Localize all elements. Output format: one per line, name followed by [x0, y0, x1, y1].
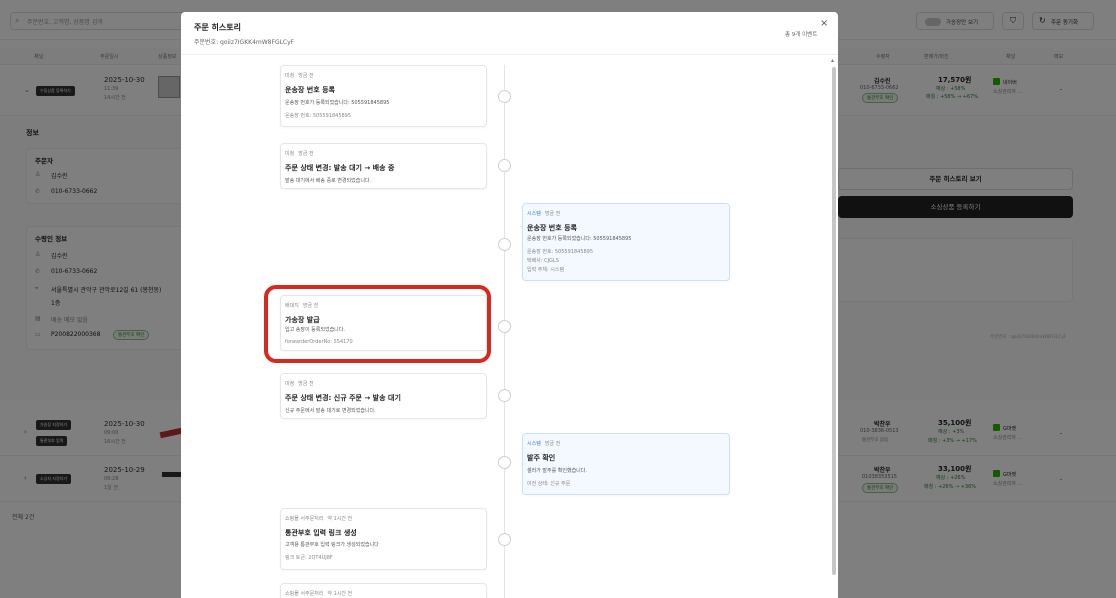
- event-actor: 시스템: [527, 211, 541, 217]
- timeline-dot: [498, 456, 511, 469]
- event-description: 셀러가 발주를 확인했습니다.: [527, 468, 587, 474]
- highlight-annotation: [264, 285, 491, 363]
- event-title: 운송장 번호 등록: [527, 224, 577, 232]
- event-description: 고객용 통관부호 입력 링크가 생성되었습니다: [285, 542, 379, 548]
- event-detail: 링크 토큰: 2QT4UJ8F: [285, 555, 333, 561]
- order-history-modal: 주문 히스토리 주문번호: qoiiz7IGKK4mW8FGLCyF 총 9개 …: [181, 12, 838, 598]
- event-actor: 시스템: [527, 441, 541, 447]
- event-description: 발송 대기에서 배송 중로 변경되었습니다.: [285, 178, 372, 184]
- timeline-dot: [498, 533, 511, 546]
- modal-order-number: 주문번호: qoiiz7IGKK4mW8FGLCyF: [194, 39, 295, 46]
- event-detail: 운송장 번호: 505591845895: [527, 249, 594, 255]
- event-detail: 운송장 번호: 505591845895: [285, 113, 352, 119]
- event-time: 방금 전: [298, 151, 314, 157]
- event-title: 통관부호 입력 링크 생성: [285, 529, 357, 537]
- event-time: 방금 전: [544, 211, 561, 217]
- timeline-dot: [498, 90, 511, 103]
- timeline-event: 쇼핑몰 서주문처리 약 1시간 전 통관부호 입력 링크 생성 고객용 통관부호 …: [280, 508, 487, 570]
- scroll-up-icon[interactable]: ▴: [831, 57, 834, 64]
- event-description: 운송장 번호가 등록되었습니다: 505591845895: [527, 236, 632, 242]
- event-detail: 택배사: CJGLS: [527, 258, 559, 264]
- event-detail: 이전 상태: 신규 주문: [527, 481, 571, 487]
- scrollbar[interactable]: ▴: [830, 57, 838, 598]
- scrollbar-thumb[interactable]: [832, 67, 836, 575]
- event-title: 발주 확인: [527, 454, 556, 462]
- event-time: 방금 전: [544, 441, 561, 447]
- close-icon[interactable]: ×: [820, 18, 828, 29]
- timeline-scroll-area[interactable]: 미정 방금 전 운송장 번호 등록 운송장 번호가 등록되었습니다: 505591…: [181, 55, 829, 598]
- event-actor: 쇼핑몰 서주문처리: [285, 591, 324, 597]
- event-count: 총 9개 이벤트: [785, 32, 818, 38]
- event-time: 약 1시간 전: [327, 516, 353, 522]
- timeline-event: 시스템 방금 전 운송장 번호 등록 운송장 번호가 등록되었습니다: 50559…: [522, 203, 730, 281]
- timeline-event: 미정 방금 전 주문 상태 변경: 신규 주문 → 발송 대기 신규 주문에서 발…: [280, 373, 487, 419]
- timeline-event: 쇼핑몰 서주문처리 약 1시간 전: [280, 583, 487, 598]
- event-title: 운송장 번호 등록: [285, 86, 335, 94]
- event-title: 주문 상태 변경: 발송 대기 → 배송 중: [285, 164, 395, 172]
- timeline-event: 시스템 방금 전 발주 확인 셀러가 발주를 확인했습니다. 이전 상태: 신규 …: [522, 433, 730, 495]
- timeline-dot: [498, 389, 511, 402]
- event-time: 약 1시간 전: [327, 591, 353, 597]
- event-actor: 미정: [285, 151, 295, 157]
- event-actor: 쇼핑몰 서주문처리: [285, 516, 324, 522]
- timeline-dot: [498, 159, 511, 172]
- event-detail: 입력 주체: 시스템: [527, 267, 565, 273]
- event-actor: 미정: [285, 381, 295, 387]
- timeline-event: 미정 방금 전 운송장 번호 등록 운송장 번호가 등록되었습니다: 505591…: [280, 65, 487, 127]
- event-description: 운송장 번호가 등록되었습니다: 505591845895: [285, 100, 390, 106]
- timeline-dot: [498, 320, 511, 333]
- event-actor: 미정: [285, 73, 295, 79]
- event-description: 신규 주문에서 발송 대기로 변경되었습니다.: [285, 408, 376, 414]
- event-title: 주문 상태 변경: 신규 주문 → 발송 대기: [285, 394, 401, 402]
- modal-title: 주문 히스토리: [194, 23, 241, 32]
- event-time: 방금 전: [298, 381, 314, 387]
- timeline-dot: [498, 238, 511, 251]
- timeline-event: 미정 방금 전 주문 상태 변경: 발송 대기 → 배송 중 발송 대기에서 배송…: [280, 143, 487, 189]
- event-time: 방금 전: [298, 73, 314, 79]
